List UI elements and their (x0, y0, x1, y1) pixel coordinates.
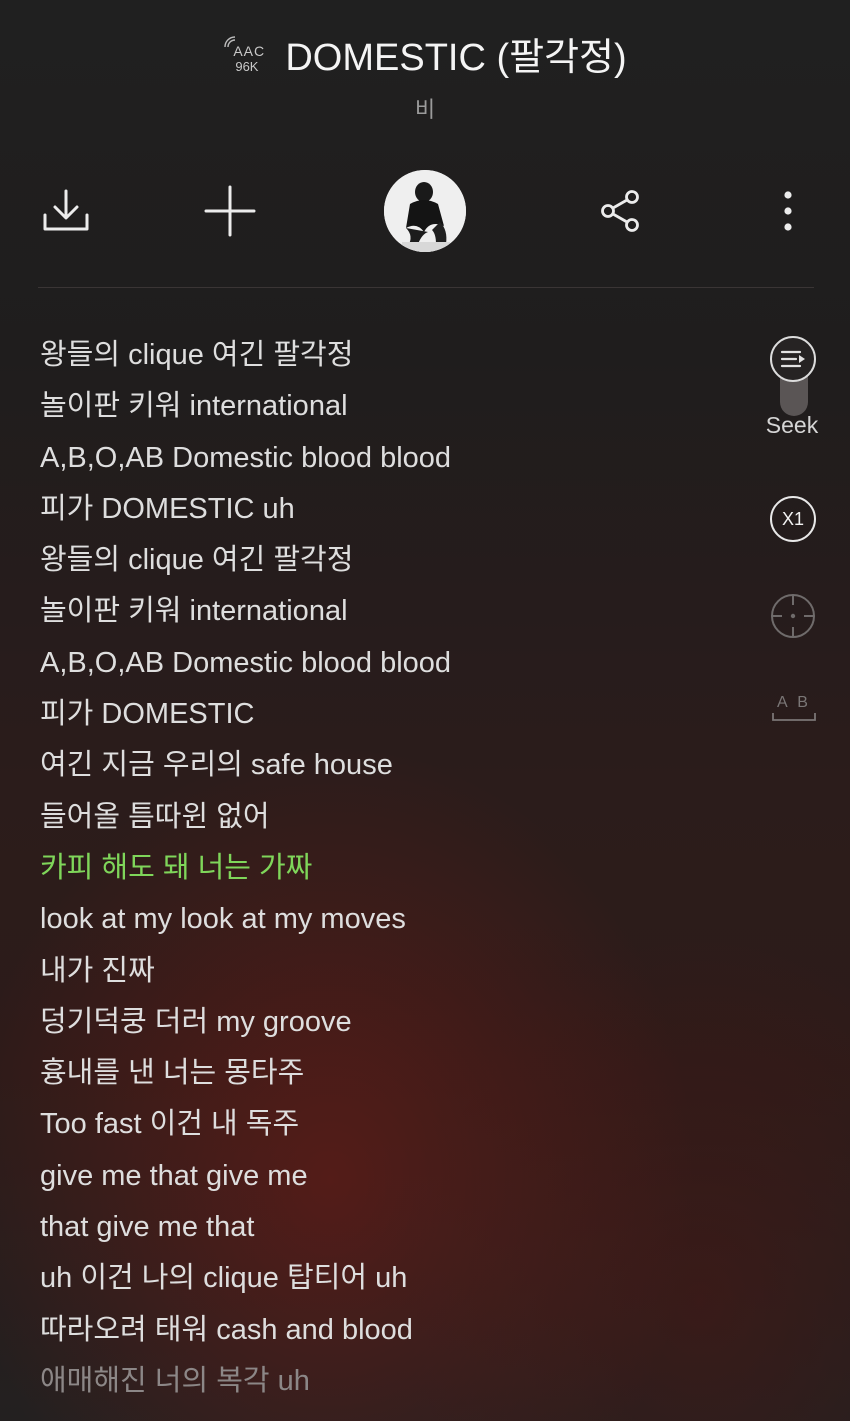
lyric-line[interactable]: 피가 DOMESTIC uh (40, 484, 740, 535)
lyrics-list-icon (780, 350, 805, 368)
lyric-line[interactable]: 왕들의 clique 여긴 팔각정 (40, 330, 740, 381)
add-to-playlist-button[interactable] (200, 181, 260, 241)
locate-current-line-button[interactable] (770, 593, 816, 639)
lyrics-list: 왕들의 clique 여긴 팔각정 놀이판 키워 international A,B… (40, 330, 740, 1407)
codec-badge: AAC 96K (223, 31, 271, 75)
lyric-line[interactable]: 피가 DOMESTIC (40, 689, 740, 740)
lyric-line[interactable]: 들어올 틈따윈 없어 (40, 792, 740, 843)
lyric-line[interactable]: 놀이판 키워 international (40, 381, 740, 432)
artist-photo-icon (384, 170, 466, 252)
share-icon (601, 190, 639, 232)
lyric-line[interactable]: 내가 진짜 (40, 946, 740, 997)
lyric-line[interactable]: 놀이판 키워 international (40, 586, 740, 637)
crosshair-icon (771, 594, 815, 638)
seek-toggle[interactable] (770, 336, 818, 416)
song-title: DOMESTIC (팔각정) (285, 36, 627, 79)
lyric-line[interactable]: Too fast 이건 내 독주 (40, 1099, 740, 1150)
lyric-line[interactable]: that give me that (40, 1202, 740, 1253)
lyric-line[interactable]: 흉내를 낸 너는 몽타주 (40, 1048, 740, 1099)
share-button[interactable] (590, 181, 650, 241)
more-options-button[interactable] (758, 181, 818, 241)
lyric-line-active[interactable]: 카피 해도 돼 너는 가짜 (40, 843, 740, 894)
lyric-line[interactable]: 따라오려 태워 cash and blood (40, 1305, 740, 1356)
download-icon (43, 189, 89, 231)
header-divider (38, 287, 814, 288)
playback-speed-button[interactable]: X1 (770, 496, 816, 542)
artist-name[interactable]: 비 (0, 92, 850, 124)
player-header: AAC 96K DOMESTIC (팔각정) 비 (0, 0, 850, 130)
title-row: AAC 96K DOMESTIC (팔각정) (0, 26, 850, 80)
ab-repeat-label: A B (777, 694, 811, 711)
lyric-line[interactable]: 애매해진 너의 복각 uh (40, 1356, 740, 1407)
playback-speed-label: X1 (781, 508, 805, 529)
lyric-line[interactable]: 여긴 지금 우리의 safe house (40, 740, 740, 791)
ab-repeat-button[interactable]: A B (772, 694, 818, 726)
lyrics-side-controls: Seek X1 A B (750, 330, 840, 750)
artist-avatar[interactable] (384, 170, 466, 252)
lyric-line[interactable]: give me that give me (40, 1151, 740, 1202)
lyric-line[interactable]: A,B,O,AB Domestic blood blood (40, 638, 740, 689)
lyric-line[interactable]: 왕들의 clique 여긴 팔각정 (40, 535, 740, 586)
lyric-line[interactable]: look at my look at my moves (40, 894, 740, 945)
lyric-line[interactable]: A,B,O,AB Domestic blood blood (40, 433, 740, 484)
download-button[interactable] (36, 181, 96, 241)
lyric-line[interactable]: 덩기덕쿵 더러 my groove (40, 997, 740, 1048)
codec-label: AAC (233, 43, 266, 59)
more-vertical-icon (784, 191, 792, 231)
bitrate-label: 96K (235, 59, 259, 74)
seek-label: Seek (765, 412, 819, 438)
plus-icon (204, 185, 256, 237)
seek-toggle-knob (770, 336, 816, 382)
ab-range-icon (772, 713, 816, 721)
action-row (0, 168, 850, 254)
lyric-line[interactable]: uh 이건 나의 clique 탑티어 uh (40, 1253, 740, 1304)
